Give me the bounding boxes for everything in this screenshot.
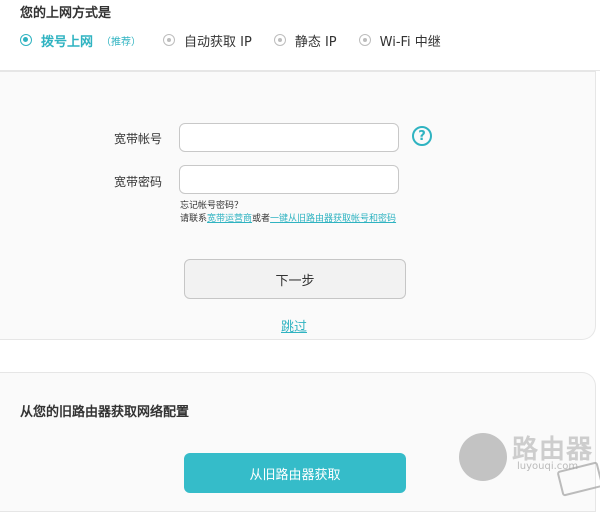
or-text: 或者 bbox=[252, 214, 271, 224]
radio-wifi-repeater[interactable]: Wi-Fi 中继 bbox=[358, 31, 441, 50]
radio-unselected-icon bbox=[358, 34, 371, 46]
radio-unselected-icon bbox=[273, 34, 286, 46]
section-title: 您的上网方式是 bbox=[20, 6, 112, 21]
contact-prefix: 请联系 bbox=[180, 214, 208, 224]
skip-link[interactable]: 跳过 bbox=[281, 316, 307, 335]
contact-hint: 请联系宽带运营商或者一键从旧路由器获取帐号和密码 bbox=[180, 211, 396, 224]
account-label: 宽带帐号 bbox=[114, 132, 163, 146]
watermark-logo-icon bbox=[459, 433, 507, 481]
radio-static-ip[interactable]: 静态 IP bbox=[273, 31, 337, 50]
radio-unselected-icon bbox=[163, 34, 176, 46]
radio-static-ip-label: 静态 IP bbox=[294, 34, 337, 50]
password-input[interactable] bbox=[179, 165, 399, 194]
forgot-credentials-text: 忘记帐号密码？ bbox=[180, 201, 244, 211]
radio-pppoe-label: 拨号上网 bbox=[41, 34, 94, 50]
next-button[interactable]: 下一步 bbox=[184, 259, 406, 299]
radio-dhcp-label: 自动获取 IP bbox=[184, 34, 252, 50]
isp-link[interactable]: 宽带运营商 bbox=[207, 214, 252, 224]
account-input[interactable] bbox=[179, 123, 399, 152]
radio-pppoe[interactable]: 拨号上网 （推荐） bbox=[20, 31, 141, 50]
connection-type-radio-group: 拨号上网 （推荐） 自动获取 IP 静态 IP Wi-Fi 中继 bbox=[20, 30, 463, 50]
pppoe-form-card bbox=[0, 71, 596, 340]
fetch-from-old-router-button[interactable]: 从旧路由器获取 bbox=[184, 453, 406, 493]
recommended-note: （推荐） bbox=[101, 36, 142, 48]
radio-wifi-repeater-label: Wi-Fi 中继 bbox=[379, 34, 441, 50]
radio-selected-icon bbox=[20, 34, 32, 46]
password-label: 宽带密码 bbox=[114, 175, 163, 189]
question-circle-icon[interactable]: ? bbox=[412, 126, 432, 146]
old-router-title: 从您的旧路由器获取网络配置 bbox=[20, 405, 190, 420]
connection-type-section: 您的上网方式是 拨号上网 （推荐） 自动获取 IP 静态 IP Wi-Fi 中继 bbox=[0, 0, 600, 71]
radio-dhcp[interactable]: 自动获取 IP bbox=[163, 31, 252, 50]
recover-credentials-link[interactable]: 一键从旧路由器获取帐号和密码 bbox=[270, 214, 396, 224]
